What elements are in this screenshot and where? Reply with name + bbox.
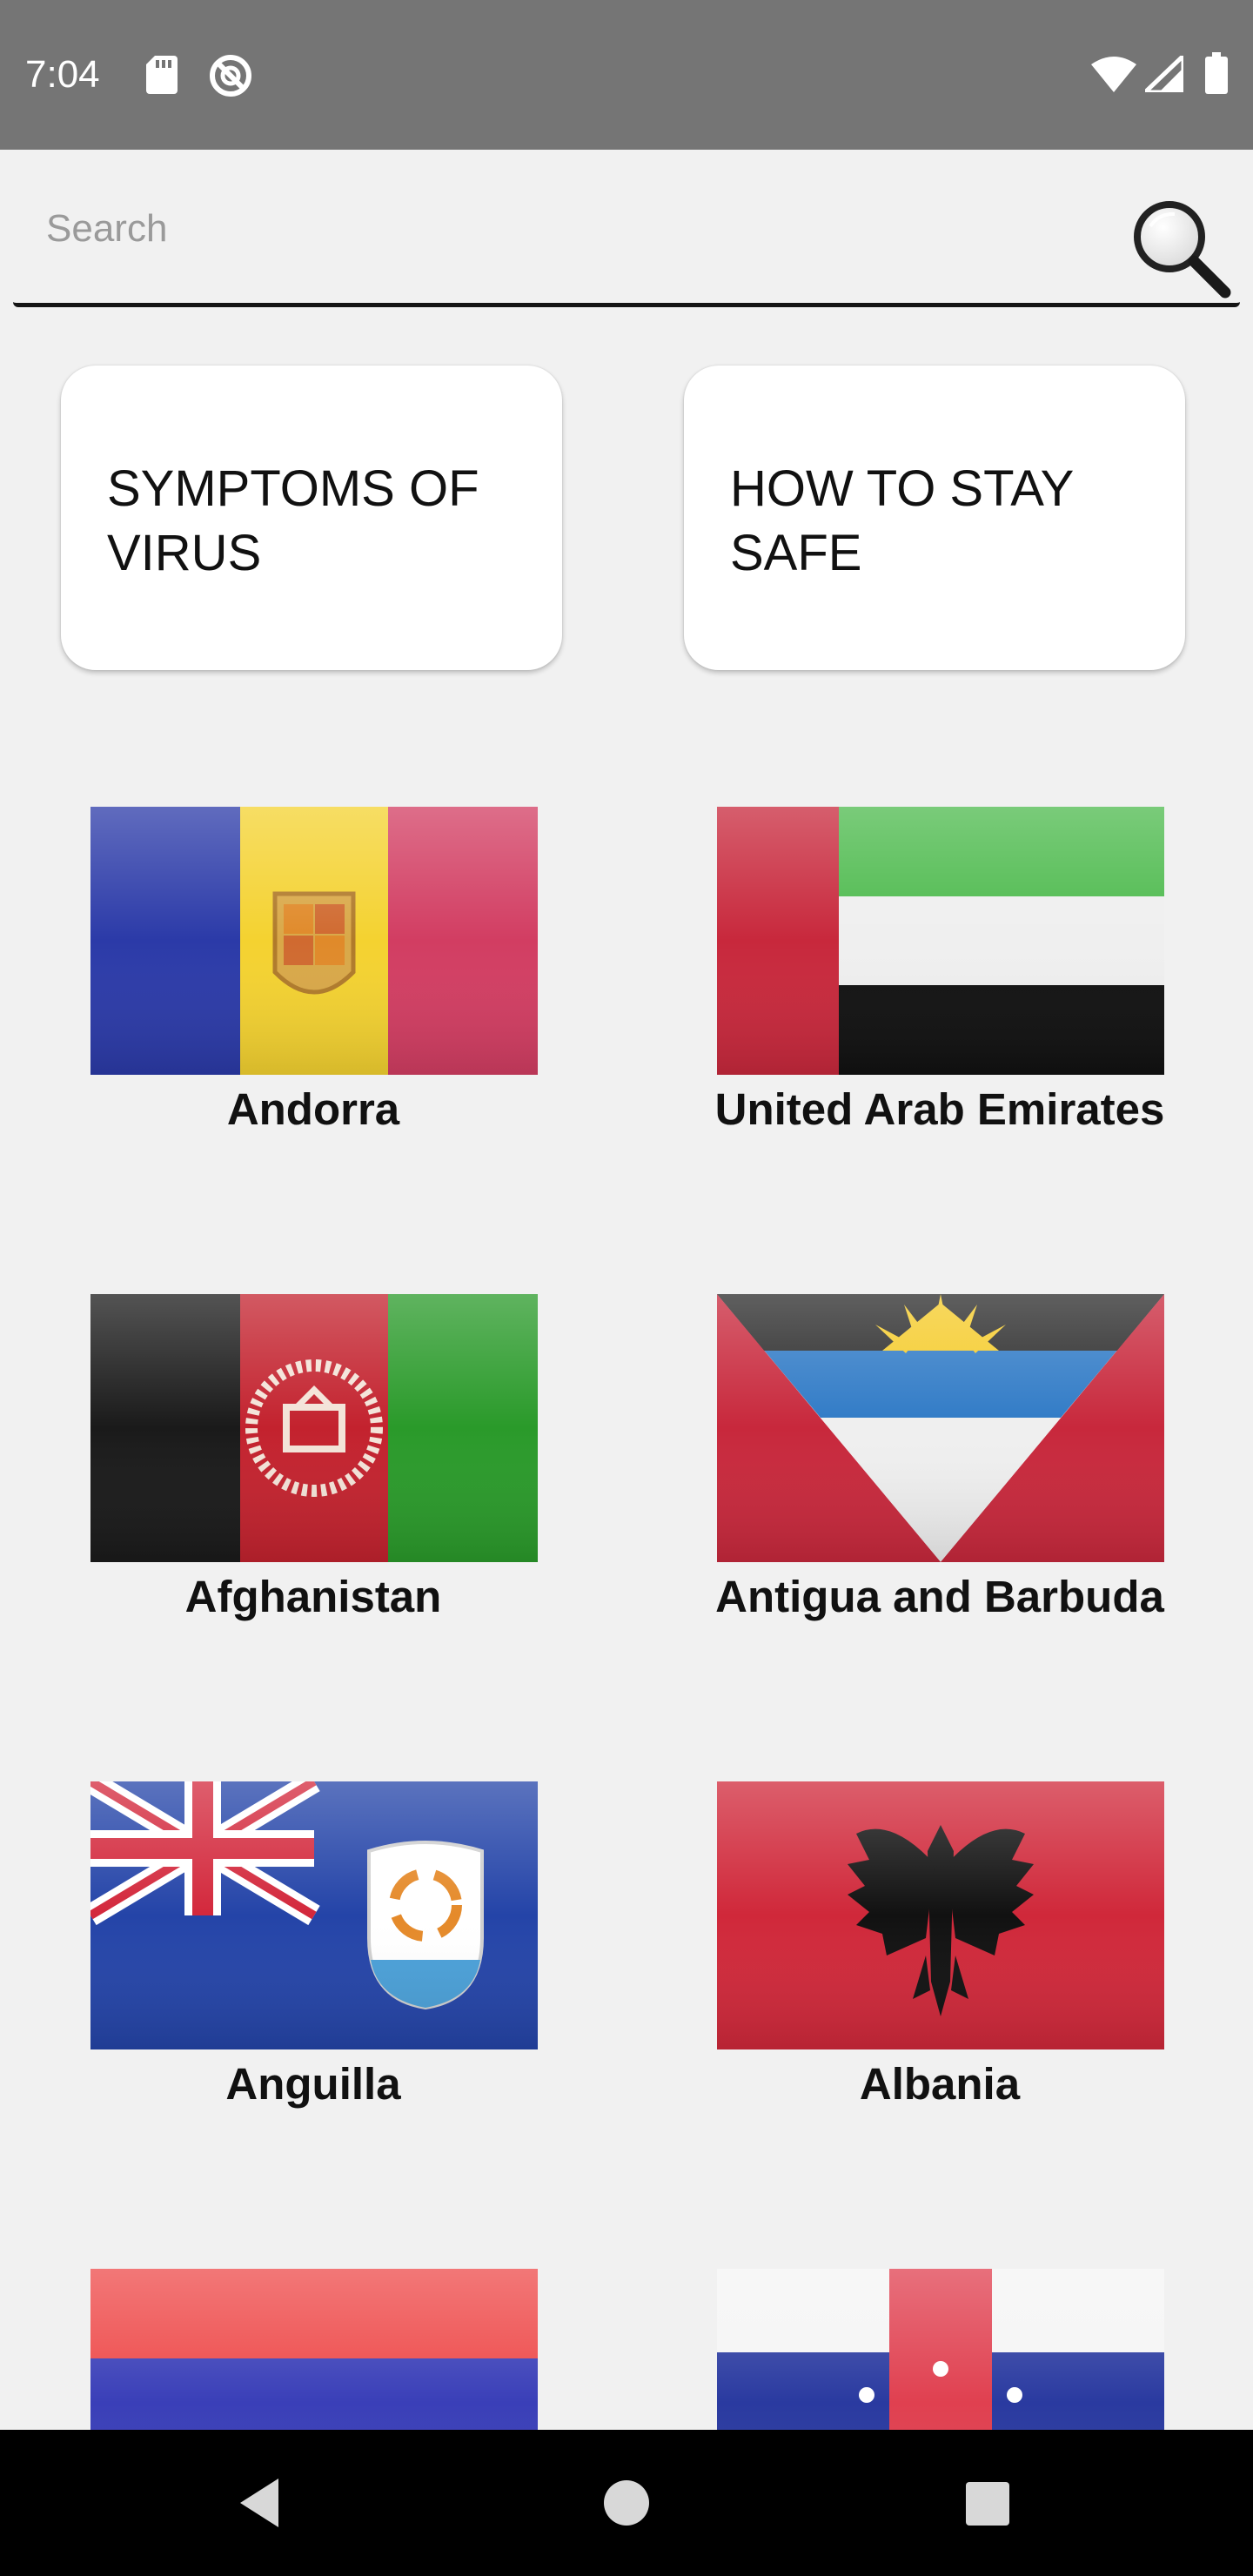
country-item-armenia[interactable] xyxy=(61,2228,548,2430)
uae-flag xyxy=(717,807,1164,1075)
symptoms-label: SYMPTOMS OF VIRUS xyxy=(107,460,479,581)
sd-card-icon xyxy=(146,56,178,98)
country-name: Andorra xyxy=(226,1084,400,1134)
country-name: Albania xyxy=(859,2059,1021,2109)
search-bar xyxy=(13,174,1240,307)
symptoms-of-virus-button[interactable]: SYMPTOMS OF VIRUS xyxy=(61,366,562,670)
country-item-anguilla[interactable]: Anguilla xyxy=(61,1741,548,2123)
andorra-flag xyxy=(90,807,538,1075)
country-name: Anguilla xyxy=(225,2059,401,2109)
back-icon[interactable] xyxy=(233,2475,285,2535)
country-name: Afghanistan xyxy=(184,1572,442,1621)
home-icon[interactable] xyxy=(602,2479,651,2532)
netherlands-antilles-flag xyxy=(717,2269,1164,2430)
antigua-barbuda-flag xyxy=(717,1294,1164,1562)
country-item-netherlands-antilles[interactable] xyxy=(687,2228,1175,2430)
country-name: Antigua and Barbuda xyxy=(715,1572,1164,1621)
country-grid: Andorra United Arab Emirates Afghanistan… xyxy=(0,766,1253,2430)
anguilla-flag xyxy=(90,1781,538,2049)
stay-safe-label: HOW TO STAY SAFE xyxy=(730,460,1074,581)
navigation-bar xyxy=(0,2430,1253,2576)
country-name: United Arab Emirates xyxy=(714,1084,1165,1134)
wifi-icon xyxy=(1091,56,1136,97)
cellular-signal-icon xyxy=(1142,53,1186,97)
country-item-united-arab-emirates[interactable]: United Arab Emirates xyxy=(687,766,1175,1149)
afghanistan-flag xyxy=(90,1294,538,1562)
country-item-andorra[interactable]: Andorra xyxy=(61,766,548,1149)
search-input[interactable] xyxy=(44,200,1092,258)
no-sync-icon xyxy=(209,54,252,102)
recents-icon[interactable] xyxy=(964,2480,1011,2532)
screen: 7:04 Search SYMPTOMS OF VIRUS HOW TO STA… xyxy=(0,0,1253,2576)
albania-flag xyxy=(717,1781,1164,2049)
country-item-afghanistan[interactable]: Afghanistan xyxy=(61,1253,548,1636)
status-time: 7:04 xyxy=(25,53,100,96)
status-bar: 7:04 xyxy=(0,0,1253,150)
country-item-albania[interactable]: Albania xyxy=(687,1741,1175,2123)
magnifier-icon[interactable] xyxy=(1124,191,1237,305)
armenia-flag xyxy=(90,2269,538,2430)
how-to-stay-safe-button[interactable]: HOW TO STAY SAFE xyxy=(684,366,1185,670)
battery-icon xyxy=(1205,52,1228,98)
country-item-antigua-and-barbuda[interactable]: Antigua and Barbuda xyxy=(687,1253,1175,1636)
